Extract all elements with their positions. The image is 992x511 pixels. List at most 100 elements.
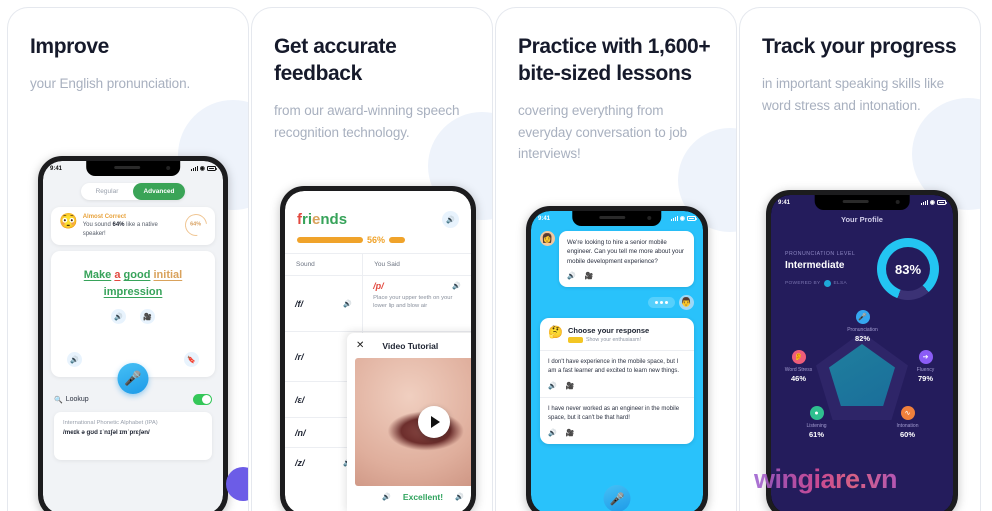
- speaker-icon[interactable]: 🔊: [455, 493, 464, 501]
- table-header: Sound You Said: [285, 253, 471, 276]
- skill-value: 79%: [917, 374, 933, 383]
- wave-icon: ∿: [900, 406, 915, 420]
- speaker-icon[interactable]: 🔊: [442, 211, 459, 228]
- video-thumbnail[interactable]: [355, 358, 471, 486]
- sentence-actions: 🔊 🎥: [51, 309, 215, 336]
- sound-ipa: /ɛ/: [295, 394, 305, 405]
- skill-node-fluency[interactable]: ➔ Fluency 79%: [900, 350, 952, 383]
- ipa-card: International Phonetic Alphabet (IPA) /m…: [54, 412, 212, 461]
- wifi-icon: ◉: [199, 165, 205, 172]
- play-icon[interactable]: [417, 406, 450, 438]
- pronunciation-hint: Place your upper teeth on your lower lip…: [373, 295, 453, 310]
- card-subtitle: from our award-winning speech recognitio…: [274, 102, 460, 140]
- brand-logo-icon: [823, 280, 831, 287]
- stress-icon: ●: [809, 406, 824, 420]
- practice-sentence-card: Make a good initial impression 🔊 🎥 🔊 🔖: [51, 251, 215, 378]
- phone-mockup-4: 9:41 ◉ Your Profile PRONUNCIATION LEVEL …: [766, 190, 958, 511]
- speaker-icon[interactable]: 🔊: [452, 282, 461, 290]
- record-area: 🎤: [43, 363, 223, 395]
- lookup-toggle[interactable]: [193, 394, 212, 406]
- video-icon[interactable]: 🎥: [566, 382, 575, 390]
- ipa-title: International Phonetic Alphabet (IPA): [63, 420, 158, 427]
- card-subtitle: in important speaking skills like word s…: [762, 75, 945, 113]
- phone-screen-2: friends 🔊 56% Sound You Said /f/🔊 /p/ 🔊 …: [285, 191, 471, 511]
- video-tutorial-panel[interactable]: ✕ Video Tutorial 🔊 Excellent! 🔊: [347, 333, 471, 511]
- score-ring: 64%: [180, 209, 212, 241]
- feature-card-feedback[interactable]: Get accurate feedback from our award-win…: [252, 8, 492, 511]
- segment-regular[interactable]: Regular: [81, 183, 133, 200]
- sound-ipa: /f/: [295, 298, 303, 309]
- column-header-sound: Sound: [285, 254, 364, 275]
- signal-icon: [190, 166, 198, 171]
- sound-ipa: /n/: [295, 427, 306, 438]
- page-title: Get accurate feedback: [274, 35, 397, 85]
- brand-name: ELSA: [833, 281, 847, 286]
- page-title: Improve: [30, 35, 109, 58]
- word-token[interactable]: a: [114, 269, 120, 281]
- feedback-heading: Almost Correct: [82, 214, 127, 220]
- response-option[interactable]: I have never worked as an engineer in th…: [540, 396, 694, 444]
- close-icon[interactable]: ✕: [356, 340, 364, 351]
- speaker-icon[interactable]: 🔊: [67, 352, 82, 368]
- phone-mockup-1: 9:41 ◉ Regular Advanced 😳 Almost Correct…: [38, 156, 228, 511]
- word-token[interactable]: Make: [84, 269, 112, 281]
- mic-icon[interactable]: 🎤: [603, 485, 631, 511]
- skill-node-listening[interactable]: 👂 Word Stress 46%: [773, 350, 825, 383]
- progress-bar-filled: [297, 237, 363, 243]
- card-subtitle: your English pronunciation.: [30, 75, 191, 91]
- battery-icon: [687, 216, 697, 221]
- signal-icon: [920, 200, 928, 205]
- status-time: 9:41: [538, 215, 551, 222]
- chat-bubble[interactable]: We're looking to hire a senior mobile en…: [559, 231, 694, 287]
- card-header: Practice with 1,600+ bite-sized lessons …: [496, 8, 736, 165]
- status-icons: ◉: [670, 215, 697, 222]
- speaker-icon[interactable]: 🔊: [343, 300, 352, 308]
- segment-advanced[interactable]: Advanced: [133, 183, 185, 200]
- skill-name: Listening: [806, 423, 827, 429]
- speaker-icon[interactable]: 🔊: [111, 309, 126, 325]
- progress-bar-remainder: [389, 237, 406, 243]
- phone-screen-1: 9:41 ◉ Regular Advanced 😳 Almost Correct…: [43, 161, 223, 511]
- watermark: wingiare.vn: [754, 464, 898, 494]
- word-token[interactable]: good: [124, 269, 151, 281]
- sound-ipa: /r/: [295, 351, 304, 362]
- feature-card-lessons[interactable]: Practice with 1,600+ bite-sized lessons …: [496, 8, 736, 511]
- notch: [86, 161, 180, 176]
- speaker-icon[interactable]: 🔊: [548, 382, 557, 390]
- mic-icon[interactable]: 🎤: [117, 363, 149, 395]
- coin-icon: [567, 336, 583, 343]
- typing-indicator: [648, 296, 675, 308]
- feedback-card: 😳 Almost Correct You sound 64% like a na…: [51, 207, 215, 246]
- speaker-icon[interactable]: 🔊: [567, 272, 576, 280]
- mic-icon: 🎤: [855, 310, 870, 324]
- notch: [814, 195, 910, 210]
- skill-node-pronunciation[interactable]: 🎤 Pronunciation 82%: [837, 310, 889, 343]
- feature-card-improve[interactable]: Improve your English pronunciation. 9:41…: [8, 8, 248, 511]
- video-panel-title: Video Tutorial: [382, 340, 439, 351]
- card-header: Track your progress in important speakin…: [740, 8, 980, 117]
- speaker-icon[interactable]: 🔊: [548, 429, 557, 437]
- skill-value: 60%: [899, 430, 915, 439]
- page-title: Track your progress: [762, 35, 957, 58]
- video-icon[interactable]: 🎥: [566, 429, 575, 437]
- video-icon[interactable]: 🎥: [585, 272, 594, 280]
- level-value: Intermediate: [785, 260, 845, 271]
- skill-node-intonation[interactable]: ∿ Intonation 60%: [882, 406, 934, 439]
- speaker-icon[interactable]: 🔊: [382, 493, 391, 501]
- word-header: friends 🔊: [285, 191, 471, 228]
- wifi-icon: ◉: [679, 215, 685, 222]
- status-icons: ◉: [190, 165, 217, 172]
- table-row[interactable]: /f/ 🔊 /p/ 🔊 Place your upper teeth on you…: [285, 276, 471, 332]
- word-token[interactable]: initial: [154, 269, 183, 281]
- word-token[interactable]: impression: [104, 286, 163, 298]
- feature-card-progress[interactable]: Track your progress in important speakin…: [740, 8, 980, 511]
- video-footer: 🔊 Excellent! 🔊: [347, 486, 471, 508]
- skill-node-word-stress[interactable]: ● Listening 61%: [791, 406, 843, 439]
- mode-segmented-control[interactable]: Regular Advanced: [81, 183, 185, 200]
- option-text: I don't have experience in the mobile sp…: [548, 358, 680, 374]
- avatar: 👨: [679, 294, 694, 310]
- status-time: 9:41: [778, 199, 791, 206]
- bookmark-icon[interactable]: 🔖: [184, 352, 199, 368]
- response-option[interactable]: I don't have experience in the mobile sp…: [540, 349, 694, 397]
- video-icon[interactable]: 🎥: [140, 309, 155, 325]
